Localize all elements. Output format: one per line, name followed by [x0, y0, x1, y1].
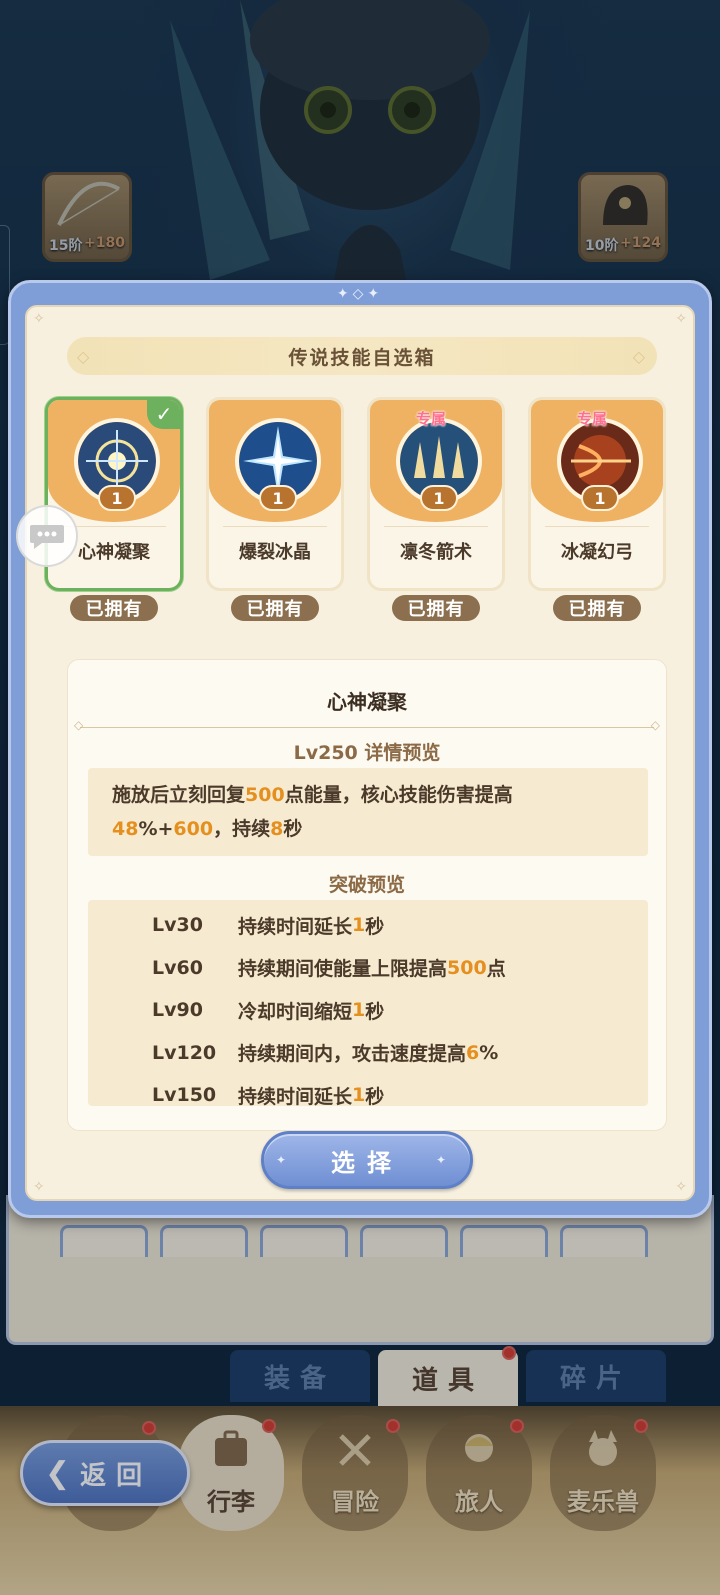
- desc-text: ，持续: [213, 818, 271, 840]
- breakthrough-row: Lv60 持续期间使能量上限提高 500 点: [152, 947, 648, 990]
- sparkle-icon: ✦: [435, 1153, 458, 1167]
- breakthrough-level: Lv120: [152, 1041, 217, 1064]
- modal-title: 传说技能自选箱: [288, 346, 436, 369]
- owned-badge: 已拥有: [553, 595, 641, 621]
- card-divider: [223, 526, 327, 527]
- exclusive-tag: 专属: [416, 410, 447, 428]
- skill-card-list: 1 心神凝聚 ✓ 已拥有 1 爆裂冰晶 已拥有 专属 1 凛冬箭术 已拥有 专属…: [45, 397, 681, 627]
- skill-name: 冰凝幻弓: [561, 542, 633, 563]
- breakthrough-text: 冷却时间缩短: [238, 1000, 353, 1023]
- skill-detail-panel: 心神凝聚 Lv250 详情预览 施放后立刻回复500点能量，核心技能伤害提高48…: [67, 659, 667, 1131]
- breakthrough-text: 秒: [365, 1000, 385, 1023]
- select-button-label: 选择: [331, 1148, 403, 1177]
- skill-description: 施放后立刻回复500点能量，核心技能伤害提高 48%+600，持续8秒: [88, 768, 648, 856]
- modal-content: ✧ ✧ ✧ ✧ ◇ 传说技能自选箱 ◇ 1 心神凝聚 ✓ 已拥有 1 爆裂冰晶 …: [25, 305, 695, 1201]
- checkmark-icon: ✓: [147, 400, 180, 429]
- corner-ornament-icon: ✧: [33, 1179, 45, 1195]
- diamond-icon: ◇: [77, 346, 92, 366]
- breakthrough-value: 1: [352, 914, 366, 937]
- corner-ornament-icon: ✧: [675, 1179, 687, 1195]
- divider: [74, 718, 660, 732]
- skill-level-badge: 1: [259, 485, 297, 511]
- breakthrough-row: Lv90 冷却时间缩短 1 秒: [152, 989, 648, 1032]
- desc-text: 施放后立刻回复: [112, 784, 246, 806]
- breakthrough-text: %: [479, 1041, 499, 1064]
- breakthrough-level: Lv30: [152, 914, 203, 937]
- desc-value: 600: [173, 818, 214, 840]
- owned-badge: 已拥有: [70, 595, 158, 621]
- breakthrough-row: Lv150 持续时间延长 1 秒: [152, 1074, 648, 1117]
- desc-value: 500: [245, 784, 285, 806]
- breakthrough-value: 1: [352, 1084, 366, 1107]
- preview-title: Lv250 详情预览: [293, 742, 441, 764]
- breakthrough-text: 持续时间延长: [238, 1085, 353, 1108]
- breakthrough-row: Lv30 持续时间延长 1 秒: [152, 904, 648, 947]
- desc-text: 点能量，核心技能伤害提高: [284, 784, 513, 806]
- chat-bubble-button[interactable]: [16, 505, 78, 567]
- card-divider: [384, 526, 488, 527]
- diamond-icon: ◇: [632, 346, 647, 366]
- select-button[interactable]: ✦ 选择 ✦: [261, 1131, 473, 1189]
- skill-name: 凛冬箭术: [400, 542, 472, 563]
- corner-ornament-icon: ✧: [675, 311, 687, 327]
- breakthrough-value: 500: [447, 956, 487, 979]
- breakthrough-value: 1: [352, 999, 366, 1022]
- desc-value: 8: [270, 818, 284, 840]
- breakthrough-text: 秒: [365, 1085, 385, 1108]
- breakthrough-level: Lv60: [152, 956, 203, 979]
- desc-text: %+: [138, 818, 174, 840]
- card-divider: [545, 526, 649, 527]
- breakthrough-text: 持续期间内，攻击速度提高: [238, 1043, 467, 1066]
- detail-skill-name: 心神凝聚: [327, 690, 407, 714]
- owned-badge: 已拥有: [392, 595, 480, 621]
- modal-title-banner: ◇ 传说技能自选箱 ◇: [67, 337, 657, 375]
- skill-card-bingning[interactable]: 专属 1 冰凝幻弓: [528, 397, 666, 591]
- breakthrough-text: 持续时间延长: [238, 915, 353, 938]
- chat-icon: [30, 525, 64, 549]
- skill-level-badge: 1: [581, 485, 619, 511]
- skill-card-baolie[interactable]: 1 爆裂冰晶: [206, 397, 344, 591]
- breakthrough-title: 突破预览: [328, 874, 405, 896]
- skill-select-modal: ✦◇✦ ✧ ✧ ✧ ✧ ◇ 传说技能自选箱 ◇ 1 心神凝聚 ✓ 已拥有 1 爆…: [8, 280, 712, 1218]
- card-divider: [62, 526, 166, 527]
- breakthrough-row: Lv120 持续期间内，攻击速度提高 6%: [152, 1032, 648, 1075]
- skill-name: 爆裂冰晶: [239, 542, 311, 563]
- skill-level-badge: 1: [98, 485, 136, 511]
- skill-card-xinshen[interactable]: 1 心神凝聚 ✓: [45, 397, 183, 591]
- breakthrough-level: Lv150: [152, 1084, 217, 1107]
- skill-level-badge: 1: [420, 485, 458, 511]
- desc-value: 48: [112, 818, 139, 840]
- breakthrough-text: 秒: [365, 915, 385, 938]
- exclusive-tag: 专属: [577, 410, 608, 428]
- breakthrough-value: 6: [466, 1041, 480, 1064]
- corner-ornament-icon: ✧: [33, 311, 45, 327]
- breakthrough-text: 点: [486, 958, 506, 981]
- breakthrough-level: Lv90: [152, 999, 203, 1022]
- desc-text: 秒: [283, 818, 303, 840]
- owned-badge: 已拥有: [231, 595, 319, 621]
- sparkle-decoration-icon: ✦◇✦: [336, 286, 384, 302]
- breakthrough-text: 持续期间使能量上限提高: [238, 958, 448, 981]
- sparkle-icon: ✦: [276, 1153, 299, 1167]
- breakthrough-list: Lv30 持续时间延长 1 秒 Lv60 持续期间使能量上限提高 500 点 Lv90 …: [88, 900, 648, 1108]
- skill-card-lindong[interactable]: 专属 1 凛冬箭术: [367, 397, 505, 591]
